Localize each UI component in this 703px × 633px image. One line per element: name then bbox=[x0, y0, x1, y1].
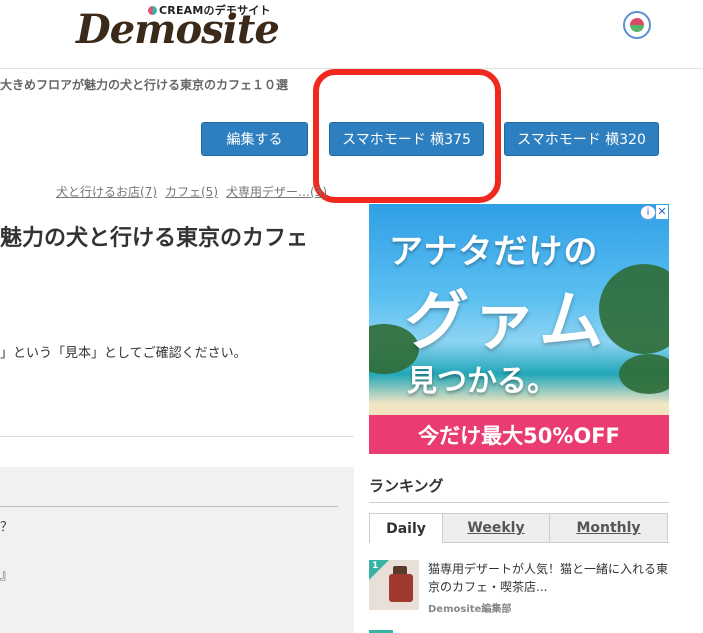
article-intro: 」という「見本」としてご確認ください。 bbox=[0, 346, 247, 361]
tag-list: 犬と行けるお店(7) カフェ(5) 犬専用デザー…(3) bbox=[56, 183, 335, 200]
breadcrumb: 大きめフロアが魅力の犬と行ける東京のカフェ１０選 bbox=[0, 78, 289, 92]
ad-info-icon[interactable]: i bbox=[640, 205, 656, 220]
tag-link[interactable]: 犬と行けるお店(7) bbox=[56, 185, 157, 199]
ranking-divider bbox=[369, 502, 669, 503]
ranking-item-author: Demosite編集部 bbox=[428, 604, 512, 615]
ad-offer-band: 今だけ最大50%OFF bbox=[369, 415, 669, 454]
tag-link[interactable]: カフェ(5) bbox=[165, 185, 218, 199]
ad-headline: アナタだけの bbox=[389, 232, 599, 272]
ranking-item-title[interactable]: 猫専用デザートが人気！猫と一緒に入れる東京のカフェ・喫茶店... bbox=[428, 560, 672, 596]
toc-item[interactable]: ？ bbox=[0, 516, 13, 535]
ad-tagline: 見つかる。 bbox=[407, 364, 557, 399]
edit-button[interactable]: 編集する bbox=[201, 122, 308, 156]
tag-link[interactable]: 犬専用デザー…(3) bbox=[226, 185, 327, 199]
red-highlight-annotation bbox=[313, 69, 501, 203]
content-divider bbox=[0, 436, 354, 437]
tab-weekly[interactable]: Weekly bbox=[442, 513, 550, 543]
smartphone-320-button[interactable]: スマホモード 横320 bbox=[504, 122, 659, 156]
tab-daily[interactable]: Daily bbox=[369, 513, 443, 543]
toc-item[interactable]: 』 bbox=[0, 564, 13, 583]
article-title: 魅力の犬と行ける東京のカフェ bbox=[0, 226, 309, 251]
palm-tree-decoration bbox=[599, 264, 669, 354]
table-of-contents bbox=[0, 467, 354, 633]
ad-close-icon[interactable]: ✕ bbox=[656, 205, 668, 219]
toc-divider bbox=[0, 506, 338, 507]
ad-main-text: グァム bbox=[405, 285, 606, 359]
tab-monthly[interactable]: Monthly bbox=[549, 513, 668, 543]
ranking-heading: ランキング bbox=[369, 477, 444, 495]
user-avatar-icon[interactable] bbox=[623, 11, 651, 39]
palm-tree-decoration bbox=[619, 354, 669, 394]
advertisement-banner[interactable]: アナタだけの グァム 見つかる。 今だけ最大50%OFF i ✕ bbox=[369, 204, 669, 454]
site-logo[interactable]: Demosite bbox=[76, 6, 280, 53]
rank-number: 1 bbox=[372, 561, 379, 571]
tab-underline bbox=[443, 542, 669, 543]
